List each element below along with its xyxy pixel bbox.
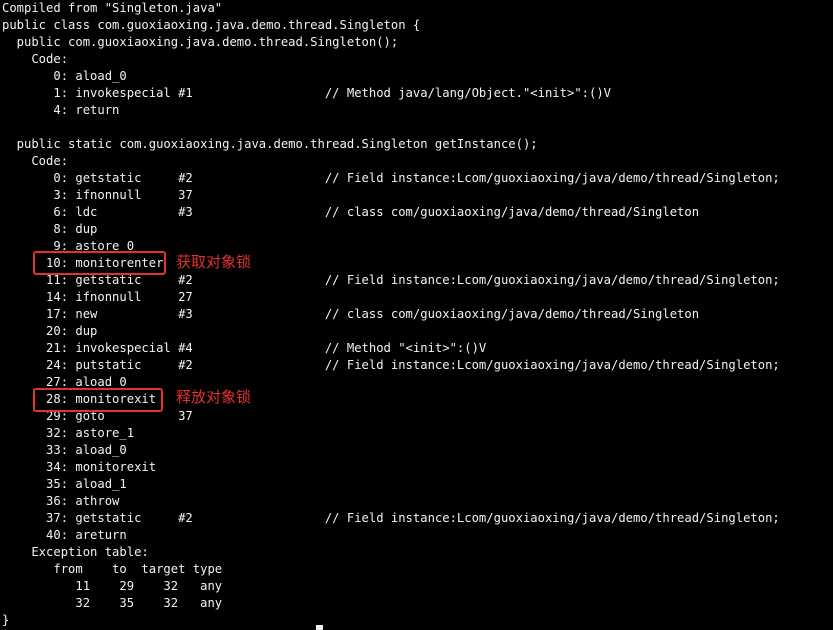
- code-line: 8: dup: [2, 222, 98, 236]
- code-line: 0: getstatic #2 // Field instance:Lcom/g…: [2, 171, 780, 185]
- code-line: 32: astore_1: [2, 426, 135, 440]
- terminal-cursor: [316, 625, 323, 630]
- code-line: 11 29 32 any: [2, 579, 223, 593]
- code-line: Code:: [2, 52, 69, 66]
- terminal-window: Compiled from "Singleton.java" public cla…: [0, 0, 833, 630]
- code-line: }: [2, 613, 10, 627]
- code-line: 32 35 32 any: [2, 596, 223, 610]
- code-line: 36: athrow: [2, 494, 120, 508]
- code-line: 37: getstatic #2 // Field instance:Lcom/…: [2, 511, 780, 525]
- code-line: 0: aload_0: [2, 69, 127, 83]
- code-line: public com.guoxiaoxing.java.demo.thread.…: [2, 35, 399, 49]
- code-line: 1: invokespecial #1 // Method java/lang/…: [2, 86, 612, 100]
- code-line: 35: aload_1: [2, 477, 127, 491]
- code-line: 3: ifnonnull 37: [2, 188, 193, 202]
- code-line: 21: invokespecial #4 // Method "<init>":…: [2, 341, 487, 355]
- monitorexit-highlight-box: [33, 388, 163, 412]
- code-line: 17: new #3 // class com/guoxiaoxing/java…: [2, 307, 700, 321]
- code-line: public static com.guoxiaoxing.java.demo.…: [2, 137, 538, 151]
- monitorenter-highlight-box: [33, 251, 166, 275]
- code-line: Exception table:: [2, 545, 149, 559]
- code-line: 4: return: [2, 103, 120, 117]
- code-line: 34: monitorexit: [2, 460, 157, 474]
- code-line: 14: ifnonnull 27: [2, 290, 193, 304]
- code-line: from to target type: [2, 562, 223, 576]
- code-line: 24: putstatic #2 // Field instance:Lcom/…: [2, 358, 780, 372]
- code-line: 20: dup: [2, 324, 98, 338]
- code-line: 40: areturn: [2, 528, 127, 542]
- code-line: public class com.guoxiaoxing.java.demo.t…: [2, 18, 421, 32]
- monitorexit-annotation: 释放对象锁: [176, 388, 252, 406]
- code-line: 33: aload_0: [2, 443, 127, 457]
- monitorenter-annotation: 获取对象锁: [176, 253, 252, 271]
- code-line: 6: ldc #3 // class com/guoxiaoxing/java/…: [2, 205, 700, 219]
- code-line: Code:: [2, 154, 69, 168]
- code-line: Compiled from "Singleton.java": [2, 1, 223, 15]
